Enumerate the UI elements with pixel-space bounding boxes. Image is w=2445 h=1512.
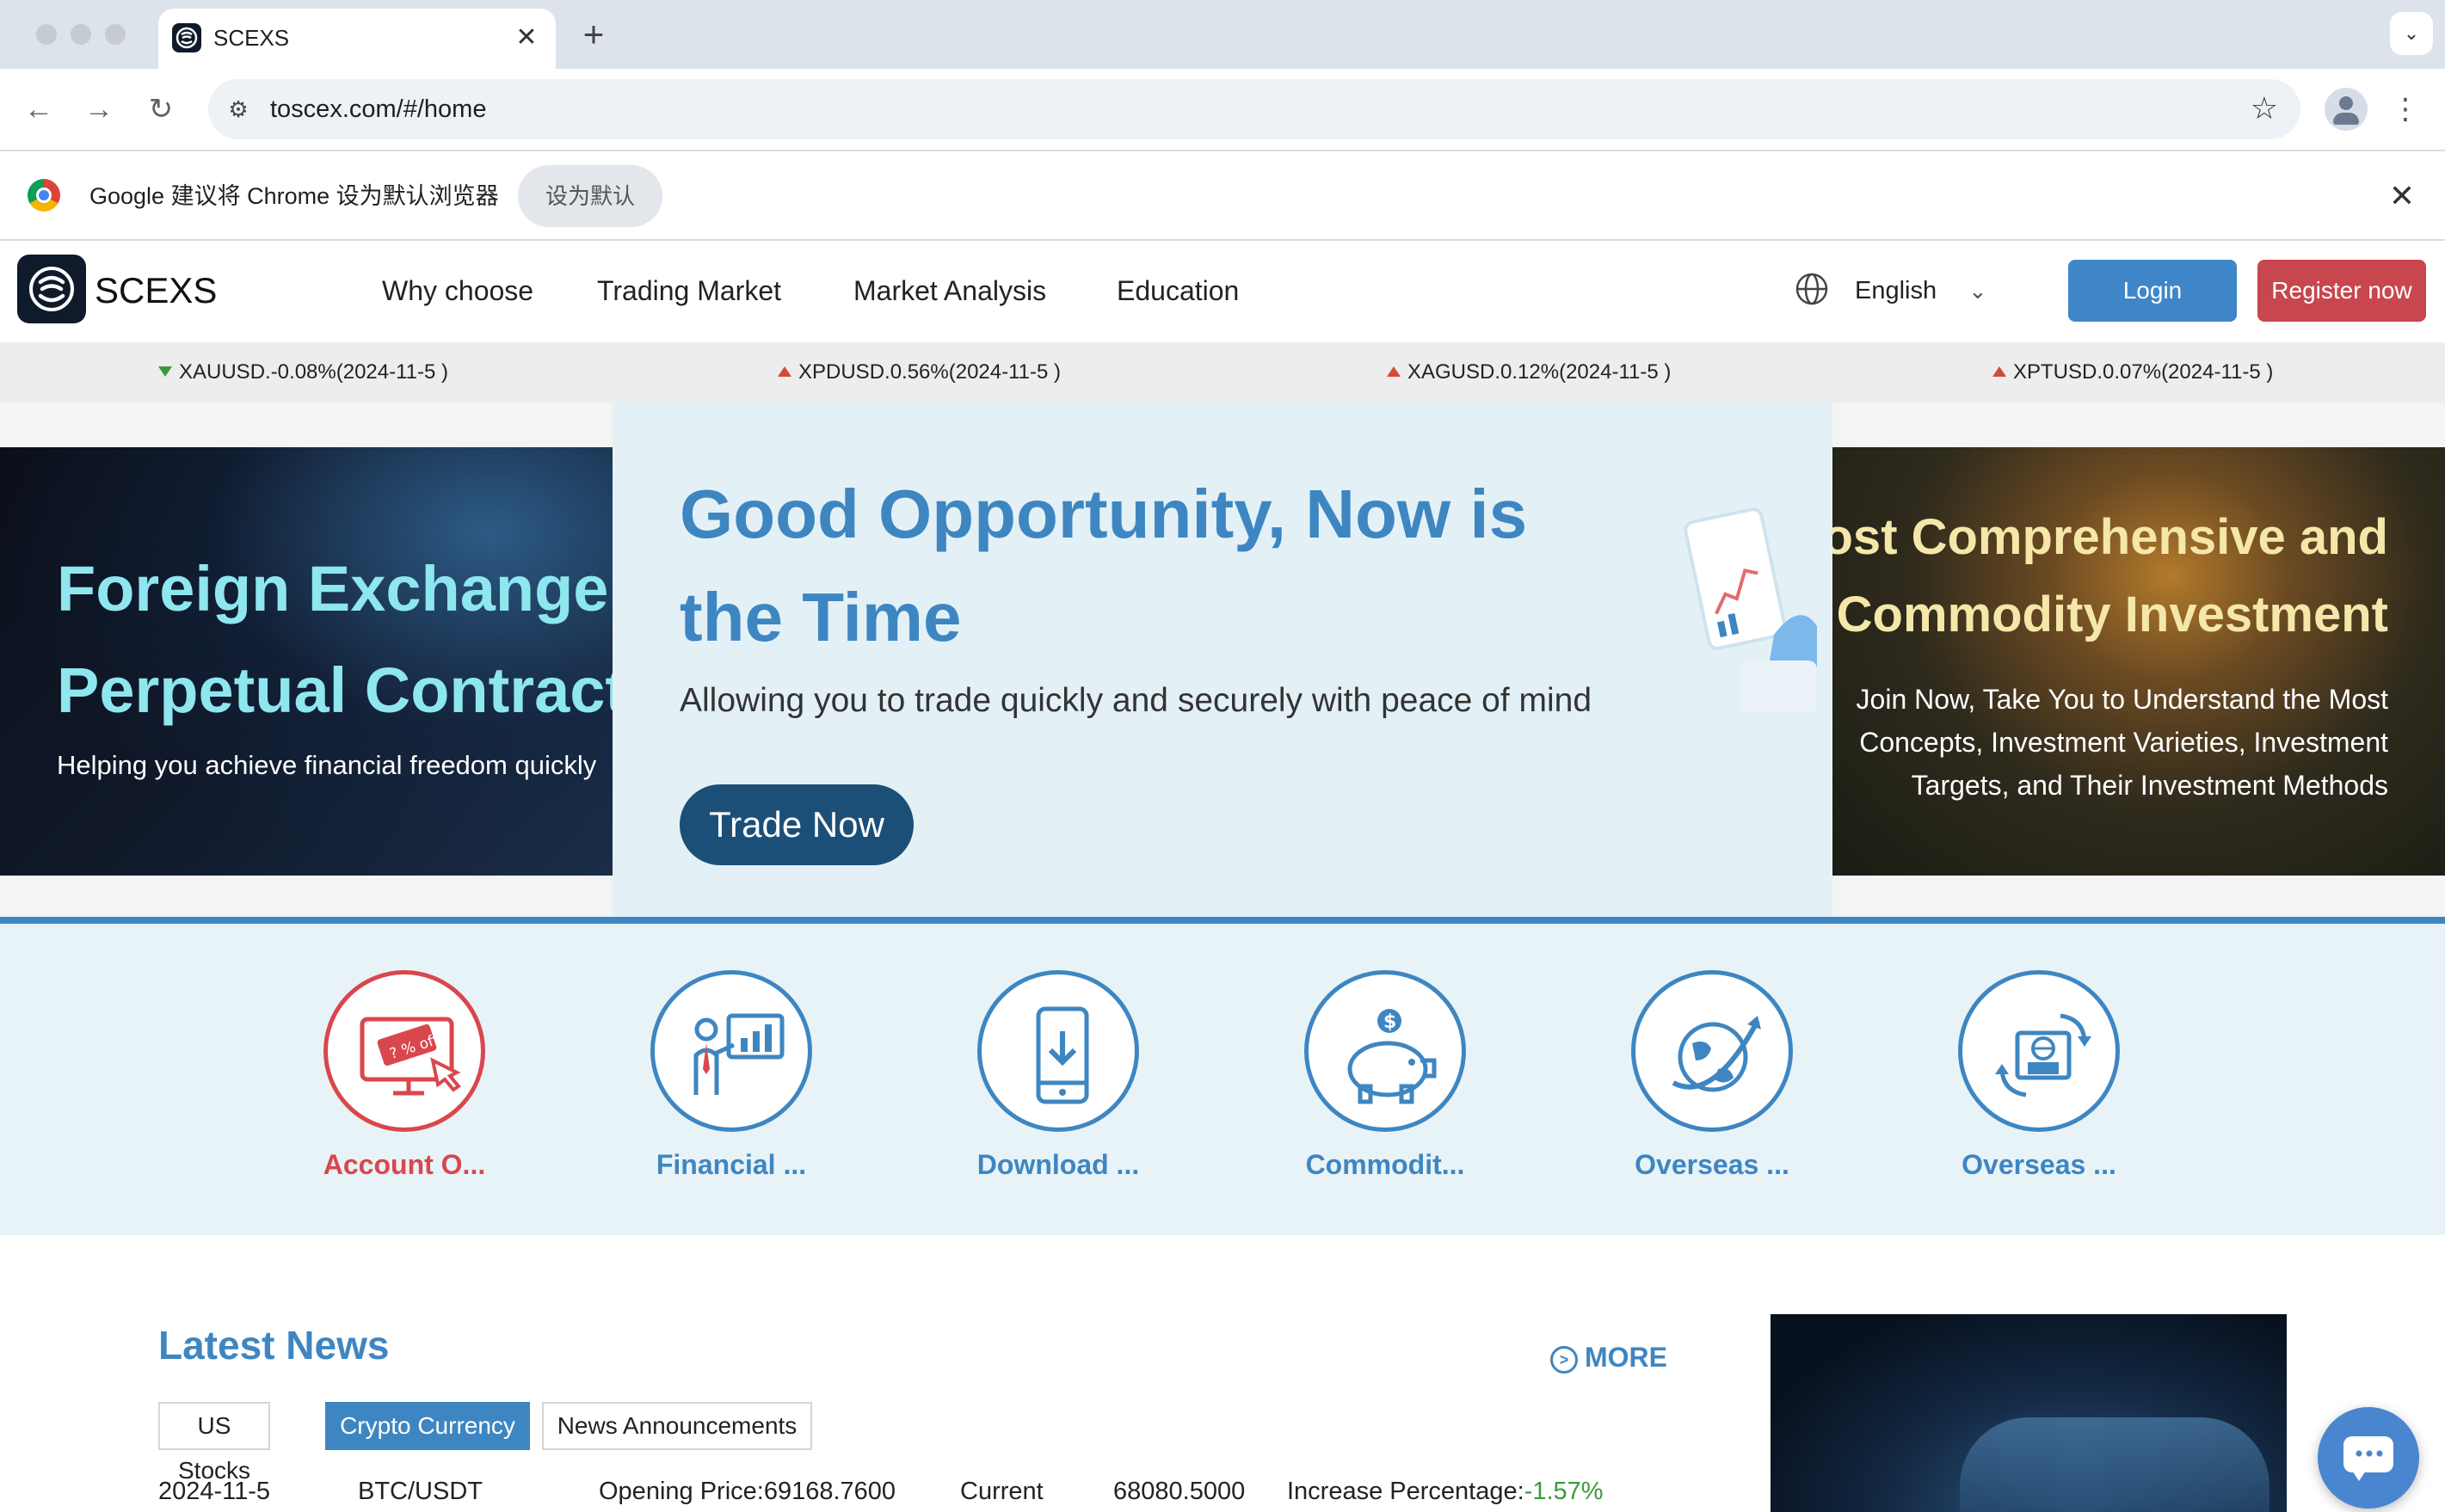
ticker-item[interactable]: XPTUSD.0.07%(2024-11-5 )	[1992, 360, 2273, 385]
latest-news-heading: Latest News	[158, 1323, 390, 1368]
new-tab-icon[interactable]: +	[575, 15, 613, 53]
feature-label: Download ...	[976, 1149, 1140, 1180]
news-row-current-value: 68080.5000	[1113, 1478, 1246, 1505]
news-row-increase: Increase Percentage:-1.57%	[1287, 1478, 1604, 1505]
nav-education[interactable]: Education	[1117, 274, 1239, 308]
slide-title-line1: Most Comprehensive and	[1832, 509, 2388, 565]
globe-plane-icon	[1631, 970, 1793, 1132]
down-arrow-icon	[158, 366, 172, 377]
tab-news-announcements[interactable]: News Announcements	[542, 1402, 812, 1450]
site-logo-icon[interactable]	[17, 255, 86, 323]
slide-headline: Good Opportunity, Now is the Time	[680, 476, 1528, 655]
news-row-date: 2024-11-5	[158, 1478, 271, 1505]
feature-label: Overseas ...	[1635, 1149, 1789, 1180]
chrome-logo-icon	[28, 179, 60, 212]
default-browser-infobar: Google 建议将 Chrome 设为默认浏览器 设为默认 ✕	[0, 150, 2445, 241]
feature-overseas-1[interactable]: Overseas ...	[1583, 970, 1841, 1194]
tab-close-icon[interactable]: ✕	[509, 21, 544, 55]
phone-download-icon	[977, 970, 1139, 1132]
feature-commodity[interactable]: $ Commodit...	[1256, 970, 1514, 1194]
slide-body-line3: Targets, and Their Investment Methods	[1911, 770, 2388, 801]
typing-dots-icon	[2354, 1450, 2385, 1457]
tab-crypto-currency[interactable]: Crypto Currency	[325, 1402, 530, 1450]
slide-title-line1: Foreign Exchange	[57, 553, 609, 624]
login-button[interactable]: Login	[2068, 260, 2237, 322]
up-arrow-icon	[778, 366, 791, 377]
site-favicon-icon	[172, 23, 201, 52]
feature-account-opening[interactable]: ? % off Account O...	[275, 970, 533, 1194]
window-minimize-dot[interactable]	[71, 24, 91, 45]
feature-download[interactable]: Download ...	[929, 970, 1187, 1194]
currency-exchange-icon	[1958, 970, 2120, 1132]
window-zoom-dot[interactable]	[105, 24, 126, 45]
browser-menu-icon[interactable]: ⋮	[2388, 88, 2423, 131]
slide-body-line1: Join Now, Take You to Understand the Mos…	[1856, 684, 2388, 715]
reload-icon[interactable]: ↻	[139, 88, 182, 131]
profile-avatar-icon[interactable]	[2325, 88, 2368, 131]
register-button[interactable]: Register now	[2257, 260, 2426, 322]
chat-support-button[interactable]	[2318, 1407, 2419, 1509]
news-row-pair[interactable]: BTC/USDT	[358, 1476, 483, 1507]
forward-arrow-icon[interactable]: →	[77, 88, 120, 131]
svg-text:$: $	[1383, 1011, 1396, 1033]
discount-screen-icon: ? % off	[323, 970, 485, 1132]
slide-title-line2: Commodity Investment	[1836, 587, 2388, 642]
tab-search-chevron-icon[interactable]: ⌄	[2390, 12, 2433, 55]
site-logo-text[interactable]: SCEXS	[95, 270, 217, 311]
infobar-close-icon[interactable]: ✕	[2383, 177, 2421, 215]
infobar-message: Google 建议将 Chrome 设为默认浏览器	[89, 183, 499, 209]
phone-chart-illustration-icon	[1684, 507, 1817, 712]
banner-slide-opportunity: Good Opportunity, Now is the Time Allowi…	[613, 403, 1832, 917]
address-bar[interactable]: ⚙ toscex.com/#/home ☆	[208, 79, 2300, 139]
up-arrow-icon	[1387, 366, 1401, 377]
nav-market-analysis[interactable]: Market Analysis	[853, 274, 1046, 308]
feature-financial[interactable]: Financial ...	[602, 970, 860, 1194]
browser-tab-bar: SCEXS ✕ + ⌄	[0, 0, 2445, 69]
ticker-item[interactable]: XAGUSD.0.12%(2024-11-5 )	[1387, 360, 1671, 385]
site-settings-icon[interactable]: ⚙	[224, 95, 253, 124]
news-row-current-label: Current	[960, 1478, 1044, 1505]
feature-strip: ? % off Account O... Financial ... Downl…	[0, 924, 2445, 1235]
banner-slide-commodity[interactable]: Most Comprehensive and Commodity Investm…	[1832, 447, 2445, 876]
nav-why-choose[interactable]: Why choose	[382, 274, 533, 308]
chevron-right-circle-icon: >	[1550, 1346, 1578, 1374]
globe-icon[interactable]	[1795, 272, 1829, 306]
slide-subtitle: Helping you achieve financial freedom qu…	[57, 750, 597, 780]
feature-overseas-2[interactable]: Overseas ...	[1910, 970, 2168, 1194]
feature-label: Financial ...	[656, 1149, 807, 1180]
window-close-dot[interactable]	[36, 24, 57, 45]
news-featured-image[interactable]	[1771, 1314, 2287, 1512]
chevron-down-icon[interactable]: ⌄	[1968, 274, 1987, 308]
browser-tab-active[interactable]: SCEXS ✕	[158, 9, 556, 69]
set-default-button[interactable]: 设为默认	[518, 165, 662, 227]
nav-trading-market[interactable]: Trading Market	[597, 274, 781, 308]
more-link[interactable]: > MORE	[1550, 1340, 1667, 1374]
feature-label: Overseas ...	[1962, 1149, 2116, 1180]
feature-label: Commodit...	[1305, 1149, 1465, 1180]
slide-title-line2: Perpetual Contract	[57, 655, 613, 726]
piggy-bank-icon: $	[1304, 970, 1466, 1132]
site-header: SCEXS Why choose Trading Market Market A…	[0, 241, 2445, 342]
up-arrow-icon	[1992, 366, 2006, 377]
tab-title: SCEXS	[213, 25, 290, 51]
back-arrow-icon[interactable]: ←	[17, 88, 60, 131]
ticker-item[interactable]: XAUUSD.-0.08%(2024-11-5 )	[158, 360, 448, 385]
feature-label: Account O...	[323, 1149, 486, 1180]
price-ticker: XAUUSD.-0.08%(2024-11-5 ) XPDUSD.0.56%(2…	[0, 342, 2445, 403]
ticker-item[interactable]: XPDUSD.0.56%(2024-11-5 )	[778, 360, 1061, 385]
news-row-opening-price: Opening Price:69168.7600	[599, 1478, 896, 1505]
trade-now-button[interactable]: Trade Now	[680, 784, 914, 865]
banner-slide-forex[interactable]: Foreign Exchange Perpetual Contract Help…	[0, 447, 613, 876]
keyboard-hand-image	[1960, 1417, 2269, 1512]
url-text[interactable]: toscex.com/#/home	[270, 95, 486, 124]
presentation-chart-icon	[650, 970, 812, 1132]
browser-toolbar: ← → ↻ ⚙ toscex.com/#/home ☆ ⋮	[0, 69, 2445, 150]
slide-body-line2: Concepts, Investment Varieties, Investme…	[1859, 727, 2388, 758]
language-selector[interactable]: English	[1855, 274, 1937, 308]
section-divider	[0, 917, 2445, 924]
bookmark-star-icon[interactable]: ☆	[2251, 91, 2278, 126]
slide-subtitle: Allowing you to trade quickly and secure…	[680, 682, 1592, 719]
tab-us-stocks[interactable]: US Stocks	[158, 1402, 270, 1484]
increase-value: -1.57%	[1524, 1478, 1604, 1505]
